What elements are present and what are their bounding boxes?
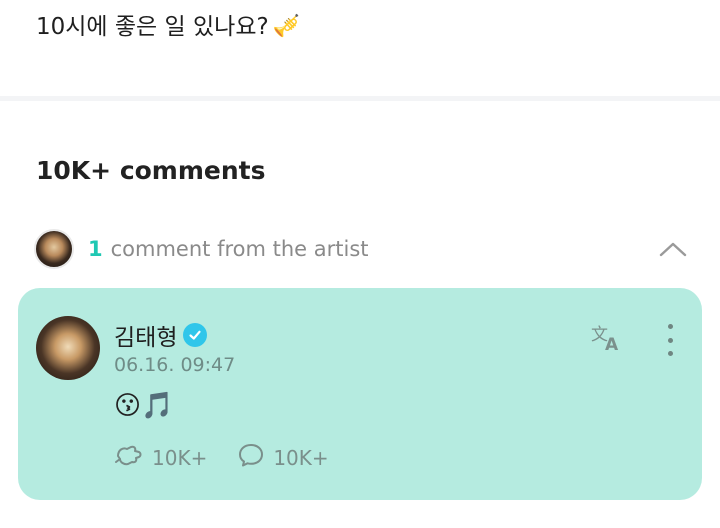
- reply-button[interactable]: 10K+: [237, 442, 329, 473]
- artist-comment-card: 김태형 06.16. 09:47 😗🎵 10K+ 10K+ 文 A: [18, 288, 702, 500]
- comment-body: 😗🎵: [114, 391, 174, 421]
- reply-count: 10K+: [273, 445, 329, 470]
- cheer-count: 10K+: [152, 445, 208, 470]
- cheer-icon: [114, 442, 144, 473]
- translate-icon[interactable]: 文 A: [588, 320, 628, 356]
- post-text-line: 10시에 좋은 일 있나요? 🎺: [36, 10, 300, 44]
- comment-timestamp: 06.16. 09:47: [114, 354, 236, 376]
- artist-comment-count: 1: [88, 237, 103, 261]
- post-text: 10시에 좋은 일 있나요?: [36, 14, 269, 40]
- verified-badge-icon: [183, 323, 208, 347]
- cheer-button[interactable]: 10K+: [114, 442, 207, 473]
- chevron-up-icon[interactable]: [656, 232, 690, 266]
- artist-avatar-small: [34, 229, 74, 269]
- artist-comment-label: comment from the artist: [110, 237, 369, 261]
- post-detail-page: 10시에 좋은 일 있나요? 🎺 10K+ comments 1 comment…: [0, 0, 720, 528]
- author-line: 김태형: [114, 318, 208, 352]
- trumpet-icon: 🎺: [272, 14, 301, 39]
- svg-text:A: A: [605, 335, 619, 353]
- comments-count-title: 10K+ comments: [36, 156, 266, 185]
- speech-bubble-icon: [237, 442, 265, 473]
- section-divider: [0, 96, 720, 101]
- artist-comments-toggle[interactable]: 1 comment from the artist: [34, 228, 690, 270]
- comment-actions: 10K+ 10K+: [114, 442, 359, 473]
- author-name[interactable]: 김태형: [114, 318, 177, 352]
- more-vertical-icon[interactable]: [658, 320, 682, 360]
- avatar[interactable]: [36, 316, 100, 380]
